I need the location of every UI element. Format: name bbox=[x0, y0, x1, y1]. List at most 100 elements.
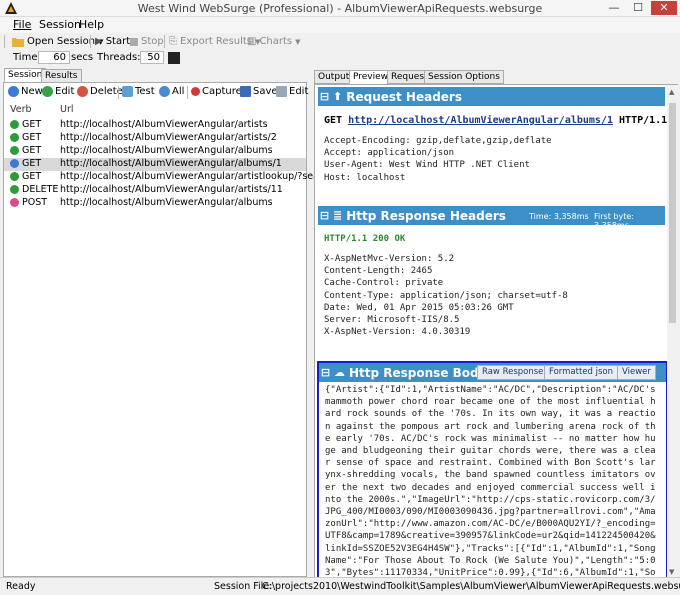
export-icon: ⎘ bbox=[169, 36, 177, 47]
time-unit: secs bbox=[71, 52, 94, 63]
request-row[interactable]: GET http://localhost/AlbumViewerAngular/… bbox=[4, 132, 306, 145]
separator bbox=[187, 86, 188, 99]
new-button[interactable]: New bbox=[8, 86, 43, 97]
upload-icon: ⬆ bbox=[333, 90, 343, 103]
threads-label: Threads: bbox=[97, 52, 141, 63]
chart-icon: ▥ bbox=[247, 36, 257, 47]
response-body-header[interactable]: ⊟ ☁ Http Response Body Raw Response Form… bbox=[319, 363, 666, 382]
tab-session-options[interactable]: Session Options bbox=[424, 70, 504, 84]
main-toolbar: Open Session ▼ ▶ Start Stop ⎘ Export Res… bbox=[0, 33, 301, 50]
settings-toolbar: Time: 60 secs Threads: 50 bbox=[0, 51, 190, 66]
scroll-up-icon[interactable]: ▲ bbox=[669, 88, 674, 96]
column-url[interactable]: Url bbox=[60, 104, 74, 115]
chevron-down-icon: ▼ bbox=[295, 37, 301, 46]
stop-button[interactable]: Stop bbox=[130, 34, 164, 49]
record-icon bbox=[191, 87, 200, 96]
request-status-icon bbox=[10, 172, 19, 181]
request-status-icon bbox=[10, 185, 19, 194]
menu-session[interactable]: Session bbox=[39, 18, 81, 31]
request-headers-text: Accept-Encoding: gzip,deflate,gzip,defla… bbox=[324, 136, 552, 183]
collapse-icon[interactable]: ⊟ bbox=[318, 90, 331, 103]
delete-button[interactable]: Delete bbox=[77, 86, 123, 97]
save-icon bbox=[240, 86, 251, 97]
list-header: Verb Url bbox=[4, 104, 306, 117]
charts-button[interactable]: ▥ Charts ▼ bbox=[247, 34, 301, 49]
first-byte-time: First byte: 3,358ms bbox=[594, 212, 634, 230]
response-body-section: ⊟ ☁ Http Response Body Raw Response Form… bbox=[317, 361, 668, 590]
time-input[interactable]: 60 bbox=[38, 51, 70, 64]
request-row[interactable]: DELETE http://localhost/AlbumViewerAngul… bbox=[4, 184, 306, 197]
request-status-icon bbox=[10, 120, 19, 129]
request-headers-header[interactable]: ⊟ ⬆ Request Headers bbox=[318, 87, 665, 106]
request-row[interactable]: GET http://localhost/AlbumViewerAngular/… bbox=[4, 145, 306, 158]
column-verb[interactable]: Verb bbox=[10, 104, 32, 115]
request-line: GET http://localhost/AlbumViewerAngular/… bbox=[324, 115, 668, 126]
close-button[interactable]: ✕ bbox=[651, 1, 677, 15]
separator bbox=[90, 35, 91, 48]
maximize-button[interactable]: ☐ bbox=[627, 1, 649, 15]
session-toolbar: New Edit Delete Test All Capture Save Ed… bbox=[4, 84, 308, 101]
request-status-icon bbox=[10, 159, 19, 168]
capture-button[interactable]: Capture bbox=[191, 86, 242, 97]
response-status: HTTP/1.1 200 OK bbox=[324, 234, 406, 244]
collapse-icon[interactable]: ⊟ bbox=[319, 366, 332, 379]
play-icon: ▶ bbox=[95, 36, 103, 47]
viewer-button[interactable]: Viewer bbox=[617, 365, 656, 380]
response-headers-header[interactable]: ⊟ ≣ Http Response Headers Time: 3,358ms … bbox=[318, 206, 665, 230]
request-status-icon bbox=[10, 133, 19, 142]
edit-session-button[interactable]: Edit bbox=[276, 86, 308, 97]
time-label: Time: bbox=[13, 52, 41, 63]
save-button[interactable]: Save bbox=[240, 86, 278, 97]
test-button[interactable]: Test bbox=[122, 86, 155, 97]
delete-icon bbox=[77, 86, 88, 97]
session-file-path: C:\projects2010\WestwindToolkit\Samples\… bbox=[262, 581, 680, 592]
collapse-icon[interactable]: ⊟ bbox=[318, 209, 331, 222]
separator bbox=[164, 35, 165, 48]
request-row[interactable]: GET http://localhost/AlbumViewerAngular/… bbox=[4, 171, 356, 184]
request-row-selected[interactable]: GET http://localhost/AlbumViewerAngular/… bbox=[4, 158, 306, 171]
request-row[interactable]: GET http://localhost/AlbumViewerAngular/… bbox=[4, 119, 306, 132]
all-button[interactable]: All bbox=[159, 86, 184, 97]
menu-help[interactable]: Help bbox=[79, 18, 104, 31]
toolbar-grip bbox=[4, 35, 5, 48]
scrollbar-thumb[interactable] bbox=[669, 103, 676, 323]
minimize-button[interactable]: — bbox=[603, 1, 625, 15]
test-icon bbox=[122, 86, 133, 97]
document-icon bbox=[276, 86, 287, 97]
response-time: Time: 3,358ms bbox=[529, 212, 589, 221]
request-row[interactable]: POST http://localhost/AlbumViewerAngular… bbox=[4, 197, 306, 210]
request-url-link[interactable]: http://localhost/AlbumViewerAngular/albu… bbox=[348, 115, 613, 126]
separator bbox=[118, 86, 119, 99]
response-body-text: {"Artist":{"Id":1,"ArtistName":"AC/DC","… bbox=[325, 385, 656, 590]
request-status-icon bbox=[10, 198, 19, 207]
start-button[interactable]: ▶ Start bbox=[95, 34, 130, 49]
request-status-icon bbox=[10, 146, 19, 155]
folder-icon bbox=[12, 38, 24, 47]
status-indicator-icon bbox=[168, 52, 180, 64]
threads-input[interactable]: 50 bbox=[140, 51, 164, 64]
tab-preview[interactable]: Preview bbox=[349, 70, 393, 84]
tab-results[interactable]: Results bbox=[41, 69, 82, 83]
raw-response-button[interactable]: Raw Response bbox=[477, 365, 549, 380]
menu-bar: File Session Help bbox=[0, 17, 680, 33]
cloud-download-icon: ☁ bbox=[334, 366, 345, 379]
vertical-scrollbar[interactable]: ▲ ▼ bbox=[667, 85, 678, 579]
list-icon: ≣ bbox=[333, 209, 343, 222]
preview-panel: ⊟ ⬆ Request Headers GET http://localhost… bbox=[314, 84, 678, 590]
all-icon bbox=[159, 86, 170, 97]
formatted-json-button[interactable]: Formatted json bbox=[544, 365, 618, 380]
menu-file[interactable]: File bbox=[13, 18, 31, 31]
scroll-down-icon[interactable]: ▼ bbox=[669, 568, 674, 576]
new-icon bbox=[8, 86, 19, 97]
status-bar: Ready Session File: C:\projects2010\West… bbox=[0, 577, 680, 595]
edit-icon bbox=[42, 86, 53, 97]
tab-output[interactable]: Output bbox=[314, 70, 354, 84]
tab-session[interactable]: Session bbox=[4, 68, 47, 82]
edit-button[interactable]: Edit bbox=[42, 86, 74, 97]
status-text: Ready bbox=[6, 581, 36, 592]
detail-pane: Output Preview Request Session Options ⊟… bbox=[314, 70, 678, 590]
response-headers-text: X-AspNetMvc-Version: 5.2 Content-Length:… bbox=[324, 254, 568, 338]
title-bar: West Wind WebSurge (Professional) - Albu… bbox=[0, 0, 680, 17]
window-title: West Wind WebSurge (Professional) - Albu… bbox=[137, 2, 543, 15]
stop-icon bbox=[130, 37, 138, 46]
